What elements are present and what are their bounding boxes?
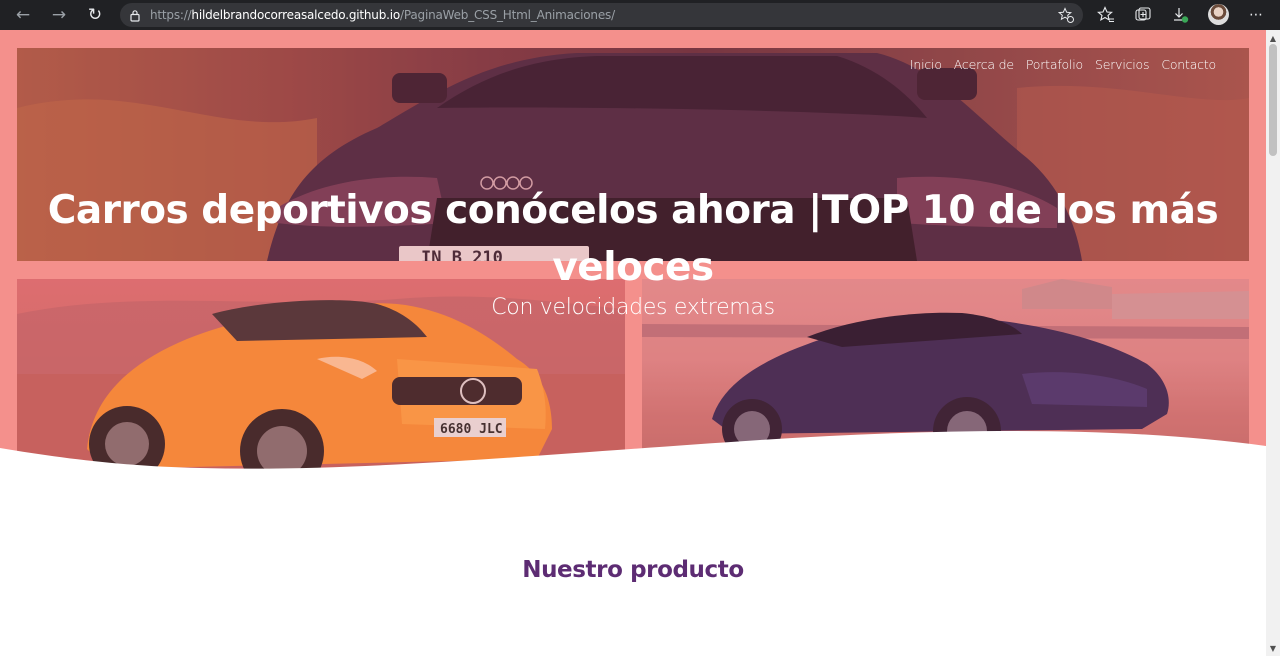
- nav-link-acerca-de[interactable]: Acerca de: [954, 57, 1014, 72]
- url-host: hildelbrandocorreasalcedo.github.io: [191, 8, 401, 22]
- profile-avatar[interactable]: [1208, 4, 1229, 25]
- browser-toolbar: ← → ↻ https://hildelbrandocorreasalcedo.…: [0, 0, 1280, 30]
- back-button[interactable]: ←: [5, 0, 41, 30]
- collections-icon[interactable]: [1131, 4, 1155, 26]
- scrollbar-thumb[interactable]: [1269, 44, 1277, 156]
- hero-wave-divider: [0, 430, 1266, 490]
- main-nav: Inicio Acerca de Portafolio Servicios Co…: [910, 57, 1216, 72]
- hero-section: IN B 210 6680 JLC Inicio Acerca de Porta…: [0, 30, 1266, 490]
- scroll-down-icon[interactable]: ▼: [1266, 642, 1280, 654]
- favorite-add-icon[interactable]: [1057, 6, 1075, 24]
- url-path: /PaginaWeb_CSS_Html_Animaciones/: [400, 8, 615, 22]
- hero-title: Carros deportivos conócelos ahora |TOP 1…: [47, 188, 1219, 290]
- favorites-icon[interactable]: [1094, 4, 1118, 26]
- page-scrollbar[interactable]: ▲ ▼: [1266, 30, 1280, 656]
- nav-link-inicio[interactable]: Inicio: [910, 57, 942, 72]
- url-scheme: https://: [150, 8, 192, 22]
- more-options-icon[interactable]: ⋯: [1244, 4, 1268, 26]
- nav-link-portafolio[interactable]: Portafolio: [1026, 57, 1083, 72]
- scroll-up-icon[interactable]: ▲: [1266, 32, 1280, 44]
- hero-subtitle: Con velocidades extremas: [491, 295, 775, 320]
- lock-icon[interactable]: [120, 9, 150, 22]
- address-bar[interactable]: https://hildelbrandocorreasalcedo.github…: [120, 3, 1083, 27]
- url-text[interactable]: https://hildelbrandocorreasalcedo.github…: [150, 8, 615, 22]
- reload-button[interactable]: ↻: [77, 0, 113, 30]
- nav-link-contacto[interactable]: Contacto: [1161, 57, 1216, 72]
- downloads-icon[interactable]: [1168, 4, 1192, 26]
- web-page: IN B 210 6680 JLC Inicio Acerca de Porta…: [0, 30, 1266, 656]
- nav-link-servicios[interactable]: Servicios: [1095, 57, 1150, 72]
- forward-button[interactable]: →: [41, 0, 77, 30]
- section-title: Nuestro producto: [522, 557, 744, 583]
